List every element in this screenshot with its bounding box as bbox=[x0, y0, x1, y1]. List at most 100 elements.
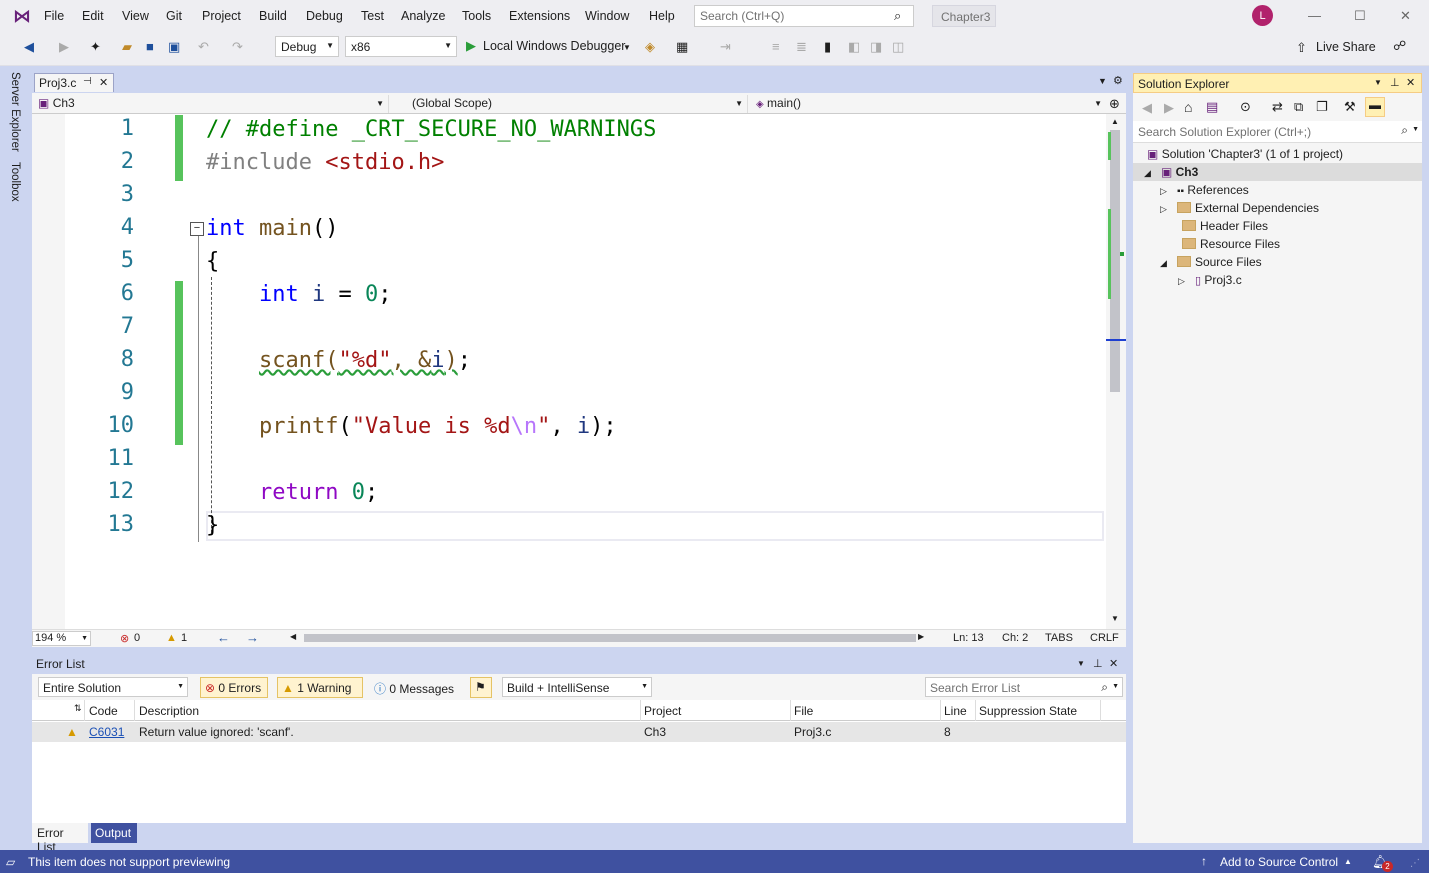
sync-icon[interactable]: ⇄ bbox=[1272, 99, 1283, 115]
sort-icon[interactable]: ⇅ bbox=[74, 703, 82, 714]
zoom-dropdown[interactable]: 194 % ▼ bbox=[32, 631, 91, 646]
expanded-arrow-icon[interactable]: ◢ bbox=[1160, 258, 1167, 268]
search-icon[interactable]: ⌕ bbox=[894, 8, 901, 24]
column-header-suppression-state[interactable]: Suppression State bbox=[979, 704, 1077, 718]
member-dropdown[interactable]: ◈ main() ▼ bbox=[752, 95, 1106, 113]
resize-grip-icon[interactable]: ⋰ bbox=[1410, 858, 1420, 869]
pin-icon[interactable]: ⊣ bbox=[83, 76, 92, 87]
tabs-indicator[interactable]: TABS bbox=[1045, 632, 1073, 644]
new-project-icon[interactable]: ✦ bbox=[90, 39, 101, 55]
tree-item-header-files[interactable]: Header Files bbox=[1182, 219, 1268, 233]
server-explorer-tab[interactable]: Server Explorer bbox=[9, 72, 21, 152]
collapsed-arrow-icon[interactable]: ▷ bbox=[1160, 186, 1167, 196]
collapse-outline-icon[interactable]: − bbox=[190, 222, 204, 236]
next-bookmark-icon[interactable]: ◨ bbox=[870, 39, 882, 55]
navigate-back-icon[interactable]: ◀ bbox=[24, 39, 34, 55]
error-code-link[interactable]: C6031 bbox=[89, 725, 124, 739]
expanded-arrow-icon[interactable]: ◢ bbox=[1144, 168, 1151, 178]
toolbox-tab[interactable]: Toolbox bbox=[9, 162, 21, 202]
show-all-files-icon[interactable]: ❐ bbox=[1316, 99, 1328, 115]
properties-icon[interactable]: ⚒ bbox=[1344, 99, 1356, 115]
scroll-thumb[interactable] bbox=[1110, 130, 1120, 392]
start-debugging-icon[interactable]: ▶ bbox=[466, 38, 476, 54]
window-menu-icon[interactable]: ▼ bbox=[1077, 659, 1085, 668]
menu-build[interactable]: Build bbox=[259, 9, 287, 23]
line-ending-indicator[interactable]: CRLF bbox=[1090, 632, 1119, 644]
navigate-forward-icon[interactable]: ▶ bbox=[59, 39, 69, 55]
tree-item-solution[interactable]: ▣ Solution 'Chapter3' (1 of 1 project) bbox=[1147, 147, 1343, 161]
collapse-all-icon[interactable]: ⧉ bbox=[1294, 99, 1303, 115]
column-header-code[interactable]: Code bbox=[89, 704, 118, 718]
errors-filter-button[interactable]: ⊗ 0 Errors bbox=[200, 677, 268, 698]
window-menu-icon[interactable]: ▼ bbox=[1374, 78, 1382, 87]
preview-selected-icon[interactable]: ▬ bbox=[1365, 97, 1385, 117]
step-icon[interactable]: ⇥ bbox=[720, 39, 731, 55]
previous-issue-icon[interactable]: ← bbox=[217, 630, 230, 645]
undo-icon[interactable]: ↶ bbox=[198, 39, 209, 55]
feedback-icon[interactable]: ☍ bbox=[1393, 38, 1406, 54]
close-tab-icon[interactable]: ✕ bbox=[99, 76, 108, 89]
settings-icon[interactable]: ⚙ bbox=[1113, 74, 1123, 87]
menu-project[interactable]: Project bbox=[202, 9, 241, 23]
start-debugger-button[interactable]: Local Windows Debugger bbox=[483, 39, 625, 53]
visual-studio-logo-icon[interactable]: ⋈ bbox=[10, 6, 34, 26]
horizontal-scroll-thumb[interactable] bbox=[304, 634, 916, 642]
search-input[interactable]: Search (Ctrl+Q) bbox=[694, 5, 914, 27]
source-control-arrow-icon[interactable]: ↑ bbox=[1201, 854, 1207, 868]
menu-tools[interactable]: Tools bbox=[462, 9, 491, 23]
uncomment-icon[interactable]: ≣ bbox=[796, 39, 807, 55]
project-dropdown[interactable]: ▣ Ch3 ▼ bbox=[34, 95, 389, 113]
configuration-dropdown[interactable]: Debug ▼ bbox=[275, 36, 339, 57]
code-editor[interactable] bbox=[32, 114, 1126, 629]
tree-item-project[interactable]: ◢ ▣ Ch3 bbox=[1144, 165, 1198, 179]
minimize-icon[interactable]: — bbox=[1308, 8, 1321, 23]
next-issue-icon[interactable]: → bbox=[246, 630, 259, 645]
messages-filter-button[interactable]: ⓘ 0 Messages bbox=[370, 677, 458, 698]
menu-file[interactable]: File bbox=[44, 9, 64, 23]
live-share-icon[interactable]: ⇧ bbox=[1296, 40, 1307, 56]
application-insights-icon[interactable]: ▦ bbox=[676, 39, 688, 55]
hot-reload-icon[interactable]: ◈ bbox=[645, 39, 655, 55]
tab-error-list[interactable]: Error List bbox=[32, 823, 88, 854]
search-error-list-input[interactable]: Search Error List ⌕ ▼ bbox=[925, 677, 1123, 697]
collapsed-arrow-icon[interactable]: ▷ bbox=[1160, 204, 1167, 214]
menu-window[interactable]: Window bbox=[585, 9, 629, 23]
warning-icon[interactable]: ▲ bbox=[166, 632, 177, 644]
menu-edit[interactable]: Edit bbox=[82, 9, 104, 23]
tree-item-resource-files[interactable]: Resource Files bbox=[1182, 237, 1280, 251]
save-icon[interactable]: ■ bbox=[146, 39, 154, 54]
tab-proj3[interactable]: Proj3.c ⊣ ✕ bbox=[34, 73, 114, 92]
column-header-line[interactable]: Line bbox=[944, 704, 967, 718]
bookmark-icon[interactable]: ▮ bbox=[824, 39, 831, 55]
open-file-icon[interactable]: ▰ bbox=[122, 39, 132, 55]
tab-output[interactable]: Output bbox=[91, 823, 137, 843]
column-header-description[interactable]: Description bbox=[139, 704, 199, 718]
menu-view[interactable]: View bbox=[122, 9, 149, 23]
scope-filter-dropdown[interactable]: Entire Solution ▼ bbox=[38, 677, 188, 697]
warning-count[interactable]: 1 bbox=[181, 632, 187, 644]
redo-icon[interactable]: ↷ bbox=[232, 39, 243, 55]
menu-debug[interactable]: Debug bbox=[306, 9, 343, 23]
save-all-icon[interactable]: ▣ bbox=[168, 39, 180, 55]
scroll-right-icon[interactable]: ▶ bbox=[918, 632, 924, 641]
back-icon[interactable]: ◀ bbox=[1142, 100, 1152, 116]
pin-icon[interactable]: ⊥ bbox=[1390, 76, 1400, 89]
comment-icon[interactable]: ≡ bbox=[772, 39, 780, 54]
avatar[interactable]: L bbox=[1252, 5, 1273, 26]
menu-test[interactable]: Test bbox=[361, 9, 384, 23]
switch-views-icon[interactable]: ▤ bbox=[1206, 99, 1218, 115]
scroll-up-icon[interactable]: ▲ bbox=[1111, 117, 1119, 126]
menu-git[interactable]: Git bbox=[166, 9, 182, 23]
split-editor-icon[interactable]: ⊕ bbox=[1109, 96, 1120, 112]
scope-dropdown[interactable]: (Global Scope) ▼ bbox=[395, 95, 748, 113]
tree-item-proj3-c[interactable]: ▷ ▯ Proj3.c bbox=[1178, 273, 1242, 287]
scroll-down-icon[interactable]: ▼ bbox=[1111, 614, 1119, 623]
column-header-project[interactable]: Project bbox=[644, 704, 681, 718]
source-filter-dropdown[interactable]: Build + IntelliSense ▼ bbox=[502, 677, 652, 697]
error-count[interactable]: 0 bbox=[134, 632, 140, 644]
column-header-file[interactable]: File bbox=[794, 704, 813, 718]
tree-item-external-dependencies[interactable]: ▷ External Dependencies bbox=[1160, 201, 1319, 215]
scroll-left-icon[interactable]: ◀ bbox=[290, 632, 296, 641]
error-icon[interactable]: ⊗ bbox=[120, 632, 129, 645]
pending-changes-filter-icon[interactable]: ⊙ bbox=[1240, 99, 1251, 115]
